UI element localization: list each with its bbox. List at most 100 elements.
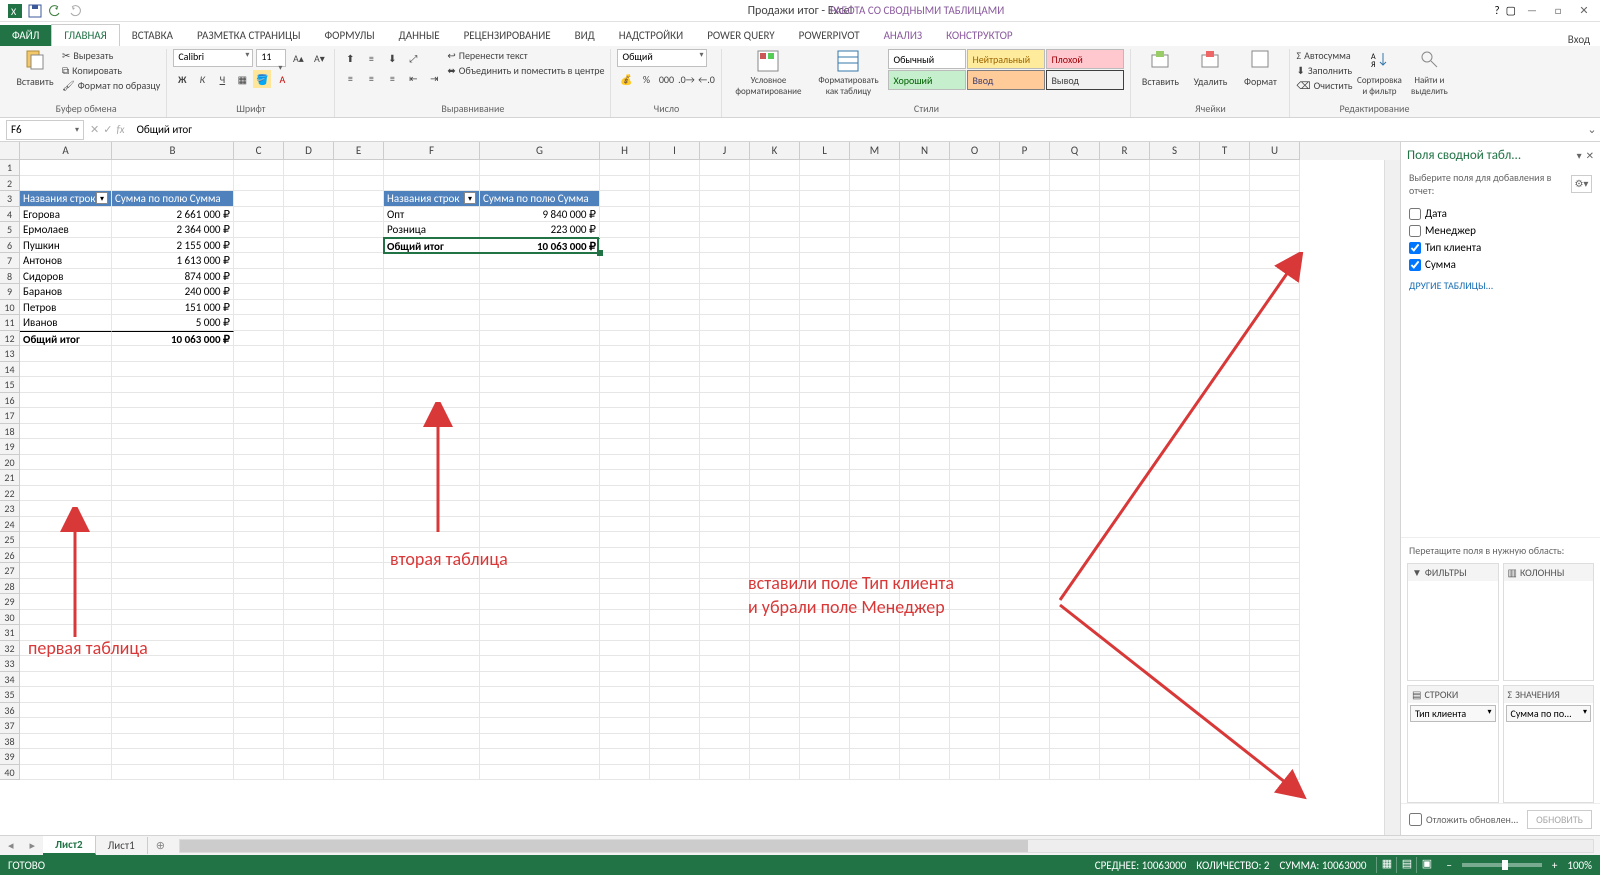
row-header[interactable]: 2	[0, 176, 20, 192]
cell[interactable]: Сумма по полю Сумма	[480, 191, 600, 207]
sheet-nav-prev[interactable]: ◂	[0, 839, 22, 852]
align-left-icon[interactable]: ≡	[341, 69, 359, 87]
tab-power-query[interactable]: POWER QUERY	[695, 25, 786, 46]
column-header[interactable]: O	[950, 142, 1000, 160]
align-center-icon[interactable]: ≡	[362, 69, 380, 87]
row-header[interactable]: 20	[0, 455, 20, 471]
sheet-tab-1[interactable]: Лист2	[43, 836, 96, 855]
bold-button[interactable]: Ж	[173, 70, 191, 88]
zoom-slider[interactable]	[1462, 863, 1542, 867]
cell[interactable]: 151 000 ₽	[112, 300, 234, 316]
align-bottom-icon[interactable]: ⬇	[383, 49, 401, 67]
tab-design[interactable]: КОНСТРУКТОР	[934, 25, 1024, 46]
ribbon-display-icon[interactable]: ▢	[1506, 4, 1516, 17]
column-header[interactable]: P	[1000, 142, 1050, 160]
row-header[interactable]: 34	[0, 672, 20, 688]
border-button[interactable]: ▦	[233, 70, 251, 88]
column-header[interactable]: E	[334, 142, 384, 160]
column-header[interactable]: B	[112, 142, 234, 160]
login-label[interactable]: Вход	[1568, 33, 1600, 46]
increase-indent-icon[interactable]: ⇥	[425, 69, 443, 87]
row-header[interactable]: 17	[0, 408, 20, 424]
field-pane-close-icon[interactable]: ✕	[1586, 149, 1594, 162]
row-header[interactable]: 4	[0, 207, 20, 223]
cell[interactable]: Антонов	[20, 253, 112, 269]
row-header[interactable]: 19	[0, 439, 20, 455]
row-header[interactable]: 27	[0, 563, 20, 579]
style-good[interactable]: Хороший	[888, 70, 966, 90]
orientation-icon[interactable]: ⤢	[404, 49, 422, 67]
cell[interactable]: Розница	[384, 222, 480, 238]
column-header[interactable]: A	[20, 142, 112, 160]
style-bad[interactable]: Плохой	[1046, 49, 1124, 69]
conditional-formatting-button[interactable]: Условное форматирование	[728, 49, 808, 97]
row-header[interactable]: 9	[0, 284, 20, 300]
column-header[interactable]: R	[1100, 142, 1150, 160]
update-button[interactable]: ОБНОВИТЬ	[1527, 810, 1592, 829]
row-header[interactable]: 21	[0, 470, 20, 486]
insert-cells-button[interactable]: Вставить	[1137, 49, 1183, 88]
cell[interactable]: Пушкин	[20, 238, 112, 254]
zoom-level[interactable]: 100%	[1567, 859, 1592, 872]
area-columns[interactable]: ▥КОЛОННЫ	[1503, 563, 1595, 681]
paste-button[interactable]: Вставить	[12, 49, 58, 88]
row-header[interactable]: 8	[0, 269, 20, 285]
find-select-button[interactable]: Найти и выделить	[1406, 49, 1452, 97]
cell[interactable]: 2 364 000 ₽	[112, 222, 234, 238]
row-header[interactable]: 13	[0, 346, 20, 362]
row-header[interactable]: 28	[0, 579, 20, 595]
merge-center-button[interactable]: ⬌Объединить и поместить в центре	[447, 64, 604, 77]
tab-data[interactable]: ДАННЫЕ	[387, 25, 452, 46]
row-header[interactable]: 18	[0, 424, 20, 440]
copy-button[interactable]: ⧉Копировать	[62, 64, 160, 77]
cell[interactable]: Названия строк▾	[20, 191, 112, 207]
column-header[interactable]: T	[1200, 142, 1250, 160]
zoom-in-button[interactable]: +	[1552, 859, 1557, 872]
format-as-table-button[interactable]: Форматировать как таблицу	[812, 49, 884, 97]
row-header[interactable]: 37	[0, 718, 20, 734]
column-header[interactable]: K	[750, 142, 800, 160]
italic-button[interactable]: К	[193, 70, 211, 88]
row-header[interactable]: 1	[0, 160, 20, 176]
save-icon[interactable]	[28, 4, 42, 18]
view-normal-icon[interactable]: ▦	[1376, 857, 1396, 873]
row-header[interactable]: 11	[0, 315, 20, 331]
insert-function-icon[interactable]: fx	[116, 123, 124, 136]
maximize-button[interactable]: □	[1548, 4, 1568, 18]
tab-review[interactable]: РЕЦЕНЗИРОВАНИЕ	[452, 25, 563, 46]
field-pane-gear-button[interactable]: ⚙▾	[1571, 175, 1592, 193]
fill-color-button[interactable]: 🪣	[253, 70, 271, 88]
column-header[interactable]: I	[650, 142, 700, 160]
row-header[interactable]: 32	[0, 641, 20, 657]
cell[interactable]: Названия строк▾	[384, 191, 480, 207]
row-header[interactable]: 30	[0, 610, 20, 626]
row-header[interactable]: 10	[0, 300, 20, 316]
clear-button[interactable]: ⌫Очистить	[1296, 79, 1352, 92]
spreadsheet-grid[interactable]: ABCDEFGHIJKLMNOPQRSTU 123456789101112131…	[0, 142, 1400, 835]
row-header[interactable]: 14	[0, 362, 20, 378]
tab-home[interactable]: ГЛАВНАЯ	[51, 24, 119, 46]
wrap-text-button[interactable]: ↩Перенести текст	[447, 49, 604, 62]
row-header[interactable]: 36	[0, 703, 20, 719]
cell[interactable]: 1 613 000 ₽	[112, 253, 234, 269]
column-header[interactable]: M	[850, 142, 900, 160]
cell[interactable]: 5 000 ₽	[112, 315, 234, 331]
row-header[interactable]: 5	[0, 222, 20, 238]
defer-update-checkbox[interactable]: Отложить обновлен...	[1409, 813, 1518, 826]
column-header[interactable]: N	[900, 142, 950, 160]
sort-filter-button[interactable]: AЯСортировка и фильтр	[1356, 49, 1402, 97]
redo-icon[interactable]	[68, 4, 82, 18]
cell[interactable]: 10 063 000 ₽	[112, 331, 234, 347]
view-page-break-icon[interactable]: ▣	[1416, 857, 1436, 873]
cell[interactable]: Баранов	[20, 284, 112, 300]
row-header[interactable]: 24	[0, 517, 20, 533]
help-icon[interactable]: ?	[1494, 4, 1499, 17]
row-header[interactable]: 38	[0, 734, 20, 750]
cell[interactable]: 2 155 000 ₽	[112, 238, 234, 254]
field-checkbox[interactable]: Тип клиента	[1409, 239, 1592, 256]
column-header[interactable]: G	[480, 142, 600, 160]
row-header[interactable]: 7	[0, 253, 20, 269]
add-sheet-button[interactable]: ⊕	[148, 839, 173, 852]
cell[interactable]: Сидоров	[20, 269, 112, 285]
cell[interactable]: Ермолаев	[20, 222, 112, 238]
